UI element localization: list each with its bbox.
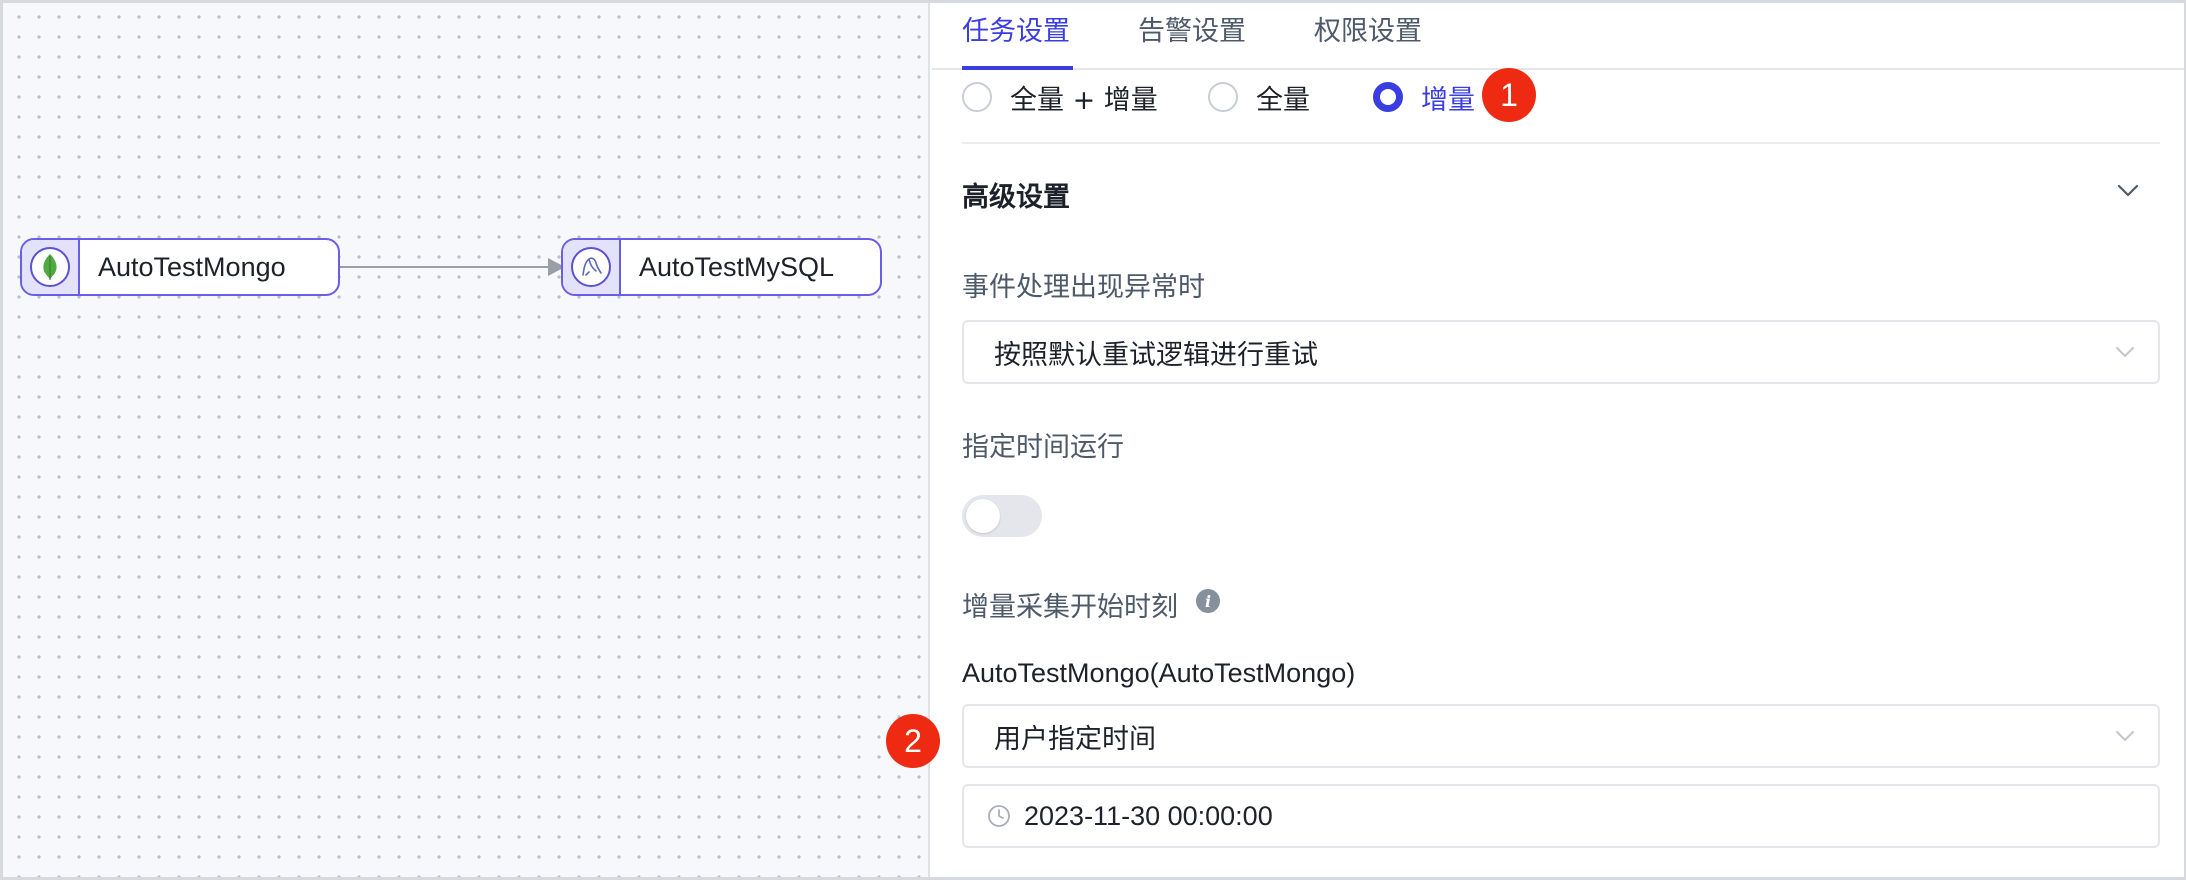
advanced-settings-title: 高级设置 [962, 182, 1070, 213]
source-node[interactable]: AutoTestMongo [20, 238, 340, 296]
start-time-input[interactable]: 2023-11-30 00:00:00 [962, 784, 2160, 848]
connection-edge [339, 258, 565, 276]
mysql-dolphin-icon [582, 257, 602, 276]
start-mode-select[interactable]: 用户指定时间 [962, 704, 2160, 768]
target-node-label: AutoTestMySQL [639, 251, 835, 282]
source-node-label: AutoTestMongo [98, 251, 286, 282]
source-connection-label: AutoTestMongo(AutoTestMongo) [962, 658, 1356, 688]
clock-icon [988, 805, 1010, 827]
radio-incremental[interactable]: 增量 [1373, 80, 1475, 116]
pipeline-canvas[interactable]: AutoTestMongo AutoTestMySQL [3, 3, 930, 877]
info-icon[interactable]: i [1196, 589, 1220, 613]
radio-full-and-incremental[interactable]: 全量 + 增量 [962, 80, 1158, 116]
target-node[interactable]: AutoTestMySQL [561, 238, 882, 296]
radio-circle [962, 82, 992, 112]
start-time-value: 2023-11-30 00:00:00 [1024, 800, 1273, 831]
node-icon-box [563, 240, 621, 294]
radio-circle [1208, 82, 1238, 112]
toggle-knob [966, 499, 1000, 533]
event-error-select[interactable]: 按照默认重试逻辑进行重试 [962, 320, 2160, 384]
select-value: 按照默认重试逻辑进行重试 [994, 339, 1318, 371]
node-icon-box [22, 240, 80, 294]
tab-permission-settings[interactable]: 权限设置 [1314, 9, 1422, 48]
scheduled-run-label: 指定时间运行 [962, 432, 1124, 463]
radio-label: 全量 + 增量 [1010, 84, 1158, 116]
active-tab-indicator [962, 66, 1073, 70]
section-divider [962, 142, 2160, 144]
chevron-down-icon [2116, 731, 2134, 741]
annotation-marker-2: 2 [886, 714, 940, 768]
mongodb-leaf-icon [43, 254, 57, 280]
select-value: 用户指定时间 [994, 723, 1156, 755]
settings-tabs: 任务设置 告警设置 权限设置 [932, 3, 2184, 70]
chevron-down-icon[interactable] [2116, 183, 2140, 199]
radio-circle-checked [1373, 82, 1403, 112]
scheduled-run-toggle[interactable] [962, 495, 1042, 537]
event-error-label: 事件处理出现异常时 [962, 272, 1205, 303]
settings-panel: 任务设置 告警设置 权限设置 全量 + 增量 全量 增量 1 高级设置 事件处理… [886, 3, 2184, 877]
annotation-marker-1: 1 [1482, 68, 1536, 122]
radio-label: 增量 [1421, 84, 1475, 116]
tab-alert-settings[interactable]: 告警设置 [1138, 9, 1246, 48]
radio-label: 全量 [1256, 84, 1310, 116]
incremental-start-label: 增量采集开始时刻 [962, 592, 1178, 623]
tab-task-settings[interactable]: 任务设置 [962, 9, 1070, 48]
radio-full[interactable]: 全量 [1208, 80, 1310, 116]
chevron-down-icon [2116, 347, 2134, 357]
